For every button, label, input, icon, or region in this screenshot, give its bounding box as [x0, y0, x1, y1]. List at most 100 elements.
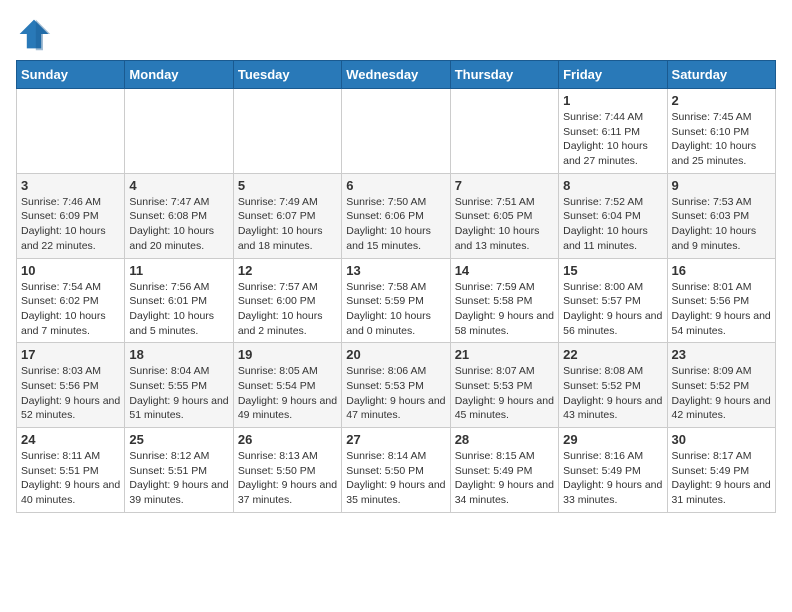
calendar-week-row: 24Sunrise: 8:11 AM Sunset: 5:51 PM Dayli…: [17, 428, 776, 513]
day-info: Sunrise: 8:03 AM Sunset: 5:56 PM Dayligh…: [21, 364, 120, 423]
calendar-cell: 11 Sunrise: 7:56 AM Sunset: 6:01 PM Dayli…: [125, 258, 233, 343]
calendar-cell: 21 Sunrise: 8:07 AM Sunset: 5:53 PM Dayli…: [450, 343, 558, 428]
day-number: 10: [21, 263, 120, 278]
calendar-header: SundayMondayTuesdayWednesdayThursdayFrid…: [17, 61, 776, 89]
calendar-week-row: 17 Sunrise: 8:03 AM Sunset: 5:56 PM Dayli…: [17, 343, 776, 428]
day-info: Sunrise: 8:11 AM Sunset: 5:51 PM Dayligh…: [21, 449, 120, 508]
weekday-header: Tuesday: [233, 61, 341, 89]
day-info: Sunrise: 8:00 AM Sunset: 5:57 PM Dayligh…: [563, 280, 662, 339]
calendar-cell: 17 Sunrise: 8:03 AM Sunset: 5:56 PM Dayli…: [17, 343, 125, 428]
calendar-cell: 24Sunrise: 8:11 AM Sunset: 5:51 PM Dayli…: [17, 428, 125, 513]
calendar-cell: [450, 89, 558, 174]
day-number: 2: [672, 93, 771, 108]
day-number: 6: [346, 178, 445, 193]
day-number: 4: [129, 178, 228, 193]
day-info: Sunrise: 8:07 AM Sunset: 5:53 PM Dayligh…: [455, 364, 554, 423]
day-number: 8: [563, 178, 662, 193]
day-number: 18: [129, 347, 228, 362]
day-info: Sunrise: 7:53 AM Sunset: 6:03 PM Dayligh…: [672, 195, 771, 254]
day-info: Sunrise: 8:01 AM Sunset: 5:56 PM Dayligh…: [672, 280, 771, 339]
calendar-cell: 26 Sunrise: 8:13 AM Sunset: 5:50 PM Dayli…: [233, 428, 341, 513]
day-info: Sunrise: 8:13 AM Sunset: 5:50 PM Dayligh…: [238, 449, 337, 508]
day-number: 28: [455, 432, 554, 447]
day-info: Sunrise: 8:12 AM Sunset: 5:51 PM Dayligh…: [129, 449, 228, 508]
day-info: Sunrise: 8:17 AM Sunset: 5:49 PM Dayligh…: [672, 449, 771, 508]
calendar-table: SundayMondayTuesdayWednesdayThursdayFrid…: [16, 60, 776, 513]
calendar-body: 1 Sunrise: 7:44 AM Sunset: 6:11 PM Daylig…: [17, 89, 776, 513]
weekday-header: Thursday: [450, 61, 558, 89]
day-number: 3: [21, 178, 120, 193]
calendar-cell: 22 Sunrise: 8:08 AM Sunset: 5:52 PM Dayli…: [559, 343, 667, 428]
day-info: Sunrise: 7:47 AM Sunset: 6:08 PM Dayligh…: [129, 195, 228, 254]
day-number: 11: [129, 263, 228, 278]
weekday-header: Friday: [559, 61, 667, 89]
calendar-cell: 12 Sunrise: 7:57 AM Sunset: 6:00 PM Dayli…: [233, 258, 341, 343]
weekday-header: Wednesday: [342, 61, 450, 89]
day-number: 12: [238, 263, 337, 278]
day-info: Sunrise: 7:54 AM Sunset: 6:02 PM Dayligh…: [21, 280, 120, 339]
day-number: 14: [455, 263, 554, 278]
calendar-cell: 14 Sunrise: 7:59 AM Sunset: 5:58 PM Dayli…: [450, 258, 558, 343]
day-info: Sunrise: 7:50 AM Sunset: 6:06 PM Dayligh…: [346, 195, 445, 254]
calendar-cell: 4 Sunrise: 7:47 AM Sunset: 6:08 PM Daylig…: [125, 173, 233, 258]
day-info: Sunrise: 7:51 AM Sunset: 6:05 PM Dayligh…: [455, 195, 554, 254]
day-number: 21: [455, 347, 554, 362]
day-info: Sunrise: 8:04 AM Sunset: 5:55 PM Dayligh…: [129, 364, 228, 423]
day-number: 17: [21, 347, 120, 362]
calendar-cell: 19Sunrise: 8:05 AM Sunset: 5:54 PM Dayli…: [233, 343, 341, 428]
calendar-cell: 9Sunrise: 7:53 AM Sunset: 6:03 PM Daylig…: [667, 173, 775, 258]
logo-icon: [16, 16, 52, 52]
day-info: Sunrise: 7:44 AM Sunset: 6:11 PM Dayligh…: [563, 110, 662, 169]
calendar-cell: 23 Sunrise: 8:09 AM Sunset: 5:52 PM Dayli…: [667, 343, 775, 428]
day-info: Sunrise: 7:58 AM Sunset: 5:59 PM Dayligh…: [346, 280, 445, 339]
calendar-cell: 16 Sunrise: 8:01 AM Sunset: 5:56 PM Dayli…: [667, 258, 775, 343]
calendar-cell: 6 Sunrise: 7:50 AM Sunset: 6:06 PM Daylig…: [342, 173, 450, 258]
day-info: Sunrise: 7:49 AM Sunset: 6:07 PM Dayligh…: [238, 195, 337, 254]
calendar-cell: 7 Sunrise: 7:51 AM Sunset: 6:05 PM Daylig…: [450, 173, 558, 258]
day-number: 16: [672, 263, 771, 278]
weekday-header: Monday: [125, 61, 233, 89]
day-number: 27: [346, 432, 445, 447]
calendar-cell: [125, 89, 233, 174]
calendar-cell: [342, 89, 450, 174]
weekday-header: Saturday: [667, 61, 775, 89]
day-info: Sunrise: 7:57 AM Sunset: 6:00 PM Dayligh…: [238, 280, 337, 339]
day-number: 20: [346, 347, 445, 362]
day-info: Sunrise: 8:08 AM Sunset: 5:52 PM Dayligh…: [563, 364, 662, 423]
calendar-cell: [233, 89, 341, 174]
calendar-cell: 1 Sunrise: 7:44 AM Sunset: 6:11 PM Daylig…: [559, 89, 667, 174]
day-number: 7: [455, 178, 554, 193]
day-number: 26: [238, 432, 337, 447]
calendar-cell: 2Sunrise: 7:45 AM Sunset: 6:10 PM Daylig…: [667, 89, 775, 174]
day-number: 23: [672, 347, 771, 362]
day-info: Sunrise: 7:56 AM Sunset: 6:01 PM Dayligh…: [129, 280, 228, 339]
calendar-cell: 28 Sunrise: 8:15 AM Sunset: 5:49 PM Dayli…: [450, 428, 558, 513]
calendar-cell: 29 Sunrise: 8:16 AM Sunset: 5:49 PM Dayli…: [559, 428, 667, 513]
calendar-cell: 10 Sunrise: 7:54 AM Sunset: 6:02 PM Dayli…: [17, 258, 125, 343]
calendar-cell: [17, 89, 125, 174]
day-number: 29: [563, 432, 662, 447]
calendar-week-row: 3Sunrise: 7:46 AM Sunset: 6:09 PM Daylig…: [17, 173, 776, 258]
day-info: Sunrise: 8:16 AM Sunset: 5:49 PM Dayligh…: [563, 449, 662, 508]
day-number: 30: [672, 432, 771, 447]
calendar-cell: 25 Sunrise: 8:12 AM Sunset: 5:51 PM Dayli…: [125, 428, 233, 513]
day-number: 13: [346, 263, 445, 278]
calendar-cell: 30 Sunrise: 8:17 AM Sunset: 5:49 PM Dayli…: [667, 428, 775, 513]
weekday-header: Sunday: [17, 61, 125, 89]
calendar-cell: 3Sunrise: 7:46 AM Sunset: 6:09 PM Daylig…: [17, 173, 125, 258]
calendar-week-row: 1 Sunrise: 7:44 AM Sunset: 6:11 PM Daylig…: [17, 89, 776, 174]
calendar-cell: 15 Sunrise: 8:00 AM Sunset: 5:57 PM Dayli…: [559, 258, 667, 343]
day-info: Sunrise: 8:09 AM Sunset: 5:52 PM Dayligh…: [672, 364, 771, 423]
day-info: Sunrise: 7:59 AM Sunset: 5:58 PM Dayligh…: [455, 280, 554, 339]
day-number: 25: [129, 432, 228, 447]
calendar-week-row: 10 Sunrise: 7:54 AM Sunset: 6:02 PM Dayli…: [17, 258, 776, 343]
day-number: 1: [563, 93, 662, 108]
header: [16, 16, 776, 52]
day-info: Sunrise: 8:15 AM Sunset: 5:49 PM Dayligh…: [455, 449, 554, 508]
calendar-cell: 18 Sunrise: 8:04 AM Sunset: 5:55 PM Dayli…: [125, 343, 233, 428]
day-info: Sunrise: 8:14 AM Sunset: 5:50 PM Dayligh…: [346, 449, 445, 508]
day-number: 15: [563, 263, 662, 278]
day-number: 19: [238, 347, 337, 362]
day-number: 22: [563, 347, 662, 362]
calendar-cell: 8Sunrise: 7:52 AM Sunset: 6:04 PM Daylig…: [559, 173, 667, 258]
